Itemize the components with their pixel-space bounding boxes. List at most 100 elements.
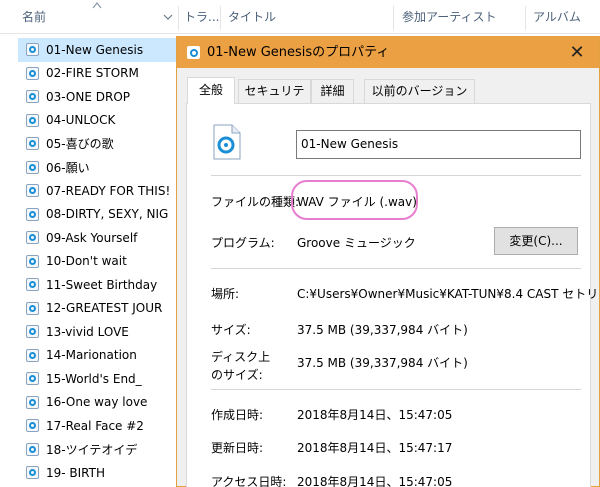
file-list-item[interactable]: 10-Don't wait: [18, 250, 178, 274]
disk-size-label-line1: ディスク上: [211, 350, 271, 364]
location-label: 場所:: [211, 287, 240, 301]
tab-security[interactable]: セキュリティ: [238, 79, 311, 120]
column-header-name[interactable]: 名前: [16, 0, 166, 34]
audio-file-icon: [187, 46, 200, 59]
divider: [211, 389, 581, 390]
audio-file-icon: [26, 43, 39, 57]
file-type-highlight-ring: [291, 180, 418, 220]
accessed-label: アクセス日時:: [211, 475, 287, 487]
disk-size-value: 37.5 MB (39,337,984 バイト): [297, 356, 468, 370]
file-name-label: 18-ツイテオイデ: [46, 442, 138, 457]
file-name-label: 01-New Genesis: [46, 42, 144, 57]
file-type-label: ファイルの種類:: [211, 195, 300, 209]
tab-previous-versions[interactable]: 以前のバージョン: [364, 79, 475, 103]
size-label: サイズ:: [211, 323, 251, 337]
dialog-titlebar[interactable]: 01-New Genesisのプロパティ ✕: [177, 37, 599, 68]
audio-file-icon: [26, 231, 39, 245]
close-icon: ✕: [569, 42, 585, 63]
file-list-item[interactable]: 11-Sweet Birthday: [18, 273, 178, 297]
audio-file-icon: [26, 90, 39, 104]
change-program-button[interactable]: 変更(C)...: [494, 227, 578, 255]
file-name-field[interactable]: 01-New Genesis: [296, 130, 581, 159]
audio-file-icon: [26, 113, 39, 127]
file-name-label: 05-喜びの歌: [46, 137, 114, 152]
audio-file-icon: [26, 395, 39, 409]
column-header-track[interactable]: トラ...: [178, 0, 220, 34]
program-label: プログラム:: [211, 236, 275, 250]
column-header-title[interactable]: タイトル: [222, 0, 392, 34]
file-name-label: 13-vivid LOVE: [46, 324, 129, 339]
audio-file-icon: [26, 254, 39, 268]
audio-file-icon: [26, 160, 39, 174]
file-list-item[interactable]: 08-DIRTY, SEXY, NIG: [18, 203, 178, 227]
file-list-item[interactable]: 06-願い: [18, 156, 178, 180]
audio-file-icon: [26, 66, 39, 80]
location-value: C:¥Users¥Owner¥Music¥KAT-TUN¥8.4 CAST セト…: [297, 287, 599, 301]
dialog-title: 01-New Genesisのプロパティ: [207, 45, 390, 60]
audio-file-icon: [26, 348, 39, 362]
file-name-label: 03-ONE DROP: [46, 89, 131, 104]
column-divider[interactable]: [393, 6, 394, 30]
file-list-item[interactable]: 09-Ask Yourself: [18, 226, 178, 250]
file-list-item[interactable]: 04-UNLOCK: [18, 109, 178, 133]
file-list: 01-New Genesis 02-FIRE STORM 03-ONE DROP 04…: [18, 38, 178, 485]
file-list-item[interactable]: 03-ONE DROP: [18, 85, 178, 109]
audio-file-icon: [26, 301, 39, 315]
file-name-label: 02-FIRE STORM: [46, 66, 139, 81]
tab-general[interactable]: 全般: [187, 77, 235, 104]
column-divider[interactable]: [220, 6, 221, 30]
file-list-item[interactable]: 13-vivid LOVE: [18, 320, 178, 344]
column-header-album[interactable]: アルバム: [527, 0, 600, 34]
created-value: 2018年8月14日、15:47:05: [297, 408, 453, 422]
audio-file-icon: [26, 419, 39, 433]
file-list-item[interactable]: 01-New Genesis: [18, 38, 178, 62]
file-list-item[interactable]: 07-READY FOR THIS!: [18, 179, 178, 203]
file-name-label: 06-願い: [46, 160, 90, 175]
disk-size-label-line2: のサイズ:: [211, 368, 263, 382]
properties-dialog: 01-New Genesisのプロパティ ✕ 全般 セキュリティ 詳細 以前のバ…: [176, 36, 600, 487]
accessed-value: 2018年8月14日、15:47:05: [297, 475, 453, 487]
wav-file-icon: [213, 124, 241, 160]
file-list-item[interactable]: 02-FIRE STORM: [18, 62, 178, 86]
file-list-item[interactable]: 14-Marionation: [18, 344, 178, 368]
modified-value: 2018年8月14日、15:47:17: [297, 441, 453, 455]
audio-file-icon: [26, 325, 39, 339]
file-name-label: 19- BIRTH: [46, 465, 106, 480]
file-list-item[interactable]: 12-GREATEST JOUR: [18, 297, 178, 321]
explorer-column-header: 名前 トラ... タイトル 参加アーティスト アルバム: [0, 0, 600, 34]
file-list-item[interactable]: 05-喜びの歌: [18, 132, 178, 156]
size-value: 37.5 MB (39,337,984 バイト): [297, 323, 468, 337]
file-list-item[interactable]: 18-ツイテオイデ: [18, 438, 178, 462]
file-name-label: 08-DIRTY, SEXY, NIG: [46, 207, 169, 222]
created-label: 作成日時:: [211, 408, 264, 422]
audio-file-icon: [26, 442, 39, 456]
file-list-item[interactable]: 16-One way love: [18, 391, 178, 415]
audio-file-icon: [26, 278, 39, 292]
column-divider[interactable]: [525, 6, 526, 30]
file-name-label: 11-Sweet Birthday: [46, 277, 158, 292]
program-value: Groove ミュージック: [297, 236, 416, 250]
divider: [211, 175, 581, 176]
file-list-item[interactable]: 19- BIRTH: [18, 461, 178, 485]
audio-file-icon: [26, 372, 39, 386]
chevron-down-icon[interactable]: [163, 12, 173, 22]
file-name-label: 09-Ask Yourself: [46, 230, 138, 245]
file-name-label: 04-UNLOCK: [46, 113, 116, 128]
file-name-label: 12-GREATEST JOUR: [46, 301, 163, 316]
file-name-label: 07-READY FOR THIS!: [46, 183, 171, 198]
file-name-label: 15-World's End_: [46, 371, 142, 386]
file-name-label: 16-One way love: [46, 395, 148, 410]
audio-file-icon: [26, 207, 39, 221]
audio-file-icon: [26, 184, 39, 198]
divider: [211, 268, 581, 269]
close-button[interactable]: ✕: [555, 37, 599, 68]
audio-file-icon: [26, 466, 39, 480]
audio-file-icon: [26, 137, 39, 151]
column-header-artists[interactable]: 参加アーティスト: [396, 0, 522, 34]
file-list-item[interactable]: 15-World's End_: [18, 367, 178, 391]
file-name-label: 10-Don't wait: [46, 254, 127, 269]
file-name-label: 14-Marionation: [46, 348, 137, 363]
modified-label: 更新日時:: [211, 441, 264, 455]
file-list-item[interactable]: 17-Real Face #2: [18, 414, 178, 438]
tab-details[interactable]: 詳細: [311, 79, 354, 103]
